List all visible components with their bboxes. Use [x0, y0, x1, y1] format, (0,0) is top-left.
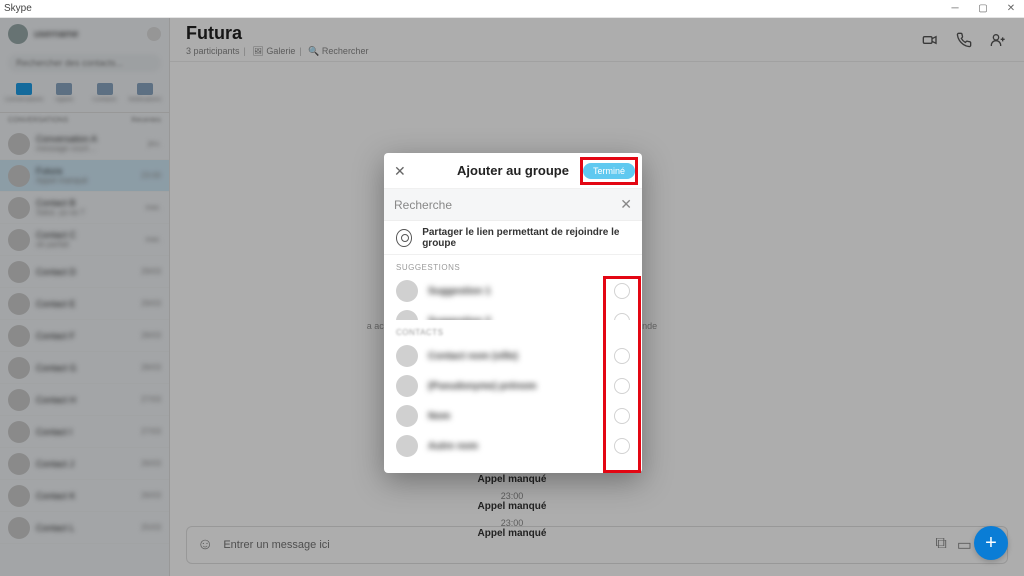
avatar: [396, 375, 418, 397]
contacts-label: CONTACTS: [384, 320, 642, 341]
suggestion-item[interactable]: Suggestion 2: [384, 306, 642, 320]
avatar: [396, 435, 418, 457]
contact-item[interactable]: (Pseudonyme) prénom: [384, 371, 642, 401]
add-to-group-modal: ✕ Ajouter au groupe Terminé Recherche ✕ …: [384, 153, 642, 473]
modal-search-label: Recherche: [394, 198, 620, 212]
modal-close-icon[interactable]: ✕: [394, 163, 406, 180]
modal-done-button[interactable]: Terminé: [583, 163, 635, 179]
share-link-label: Partager le lien permettant de rejoindre…: [422, 227, 630, 249]
share-group-link[interactable]: Partager le lien permettant de rejoindre…: [384, 221, 642, 255]
avatar: [396, 310, 418, 320]
suggestions-label: SUGGESTIONS: [384, 255, 642, 276]
person-name: Suggestion 1: [428, 286, 604, 297]
window-maximize[interactable]: ▢: [974, 3, 992, 14]
select-checkbox[interactable]: [614, 408, 630, 424]
select-checkbox[interactable]: [614, 438, 630, 454]
window-minimize[interactable]: ─: [946, 3, 964, 14]
modal-search-row[interactable]: Recherche ✕: [384, 189, 642, 221]
avatar: [396, 345, 418, 367]
select-checkbox[interactable]: [614, 378, 630, 394]
share-link-icon: [396, 229, 412, 247]
window-titlebar: Skype ─ ▢ ✕: [0, 0, 1024, 18]
window-close[interactable]: ✕: [1002, 3, 1020, 14]
contact-item[interactable]: Contact nom (ville): [384, 341, 642, 371]
person-name: Autre nom: [428, 441, 604, 452]
modal-search-clear-icon[interactable]: ✕: [620, 196, 632, 213]
annotation-highlight-done: Terminé: [580, 157, 638, 185]
person-name: (Pseudonyme) prénom: [428, 381, 604, 392]
person-name: Contact nom (ville): [428, 351, 604, 362]
contact-item[interactable]: Autre nom: [384, 431, 642, 461]
contact-item[interactable]: Nom: [384, 401, 642, 431]
person-name: Nom: [428, 411, 604, 422]
new-compose-fab[interactable]: +: [974, 526, 1008, 560]
select-checkbox[interactable]: [614, 348, 630, 364]
select-checkbox[interactable]: [614, 283, 630, 299]
app-title: Skype: [4, 3, 32, 14]
suggestion-item[interactable]: Suggestion 1: [384, 276, 642, 306]
avatar: [396, 280, 418, 302]
select-checkbox[interactable]: [614, 313, 630, 320]
modal-title: Ajouter au groupe: [457, 163, 569, 178]
avatar: [396, 405, 418, 427]
